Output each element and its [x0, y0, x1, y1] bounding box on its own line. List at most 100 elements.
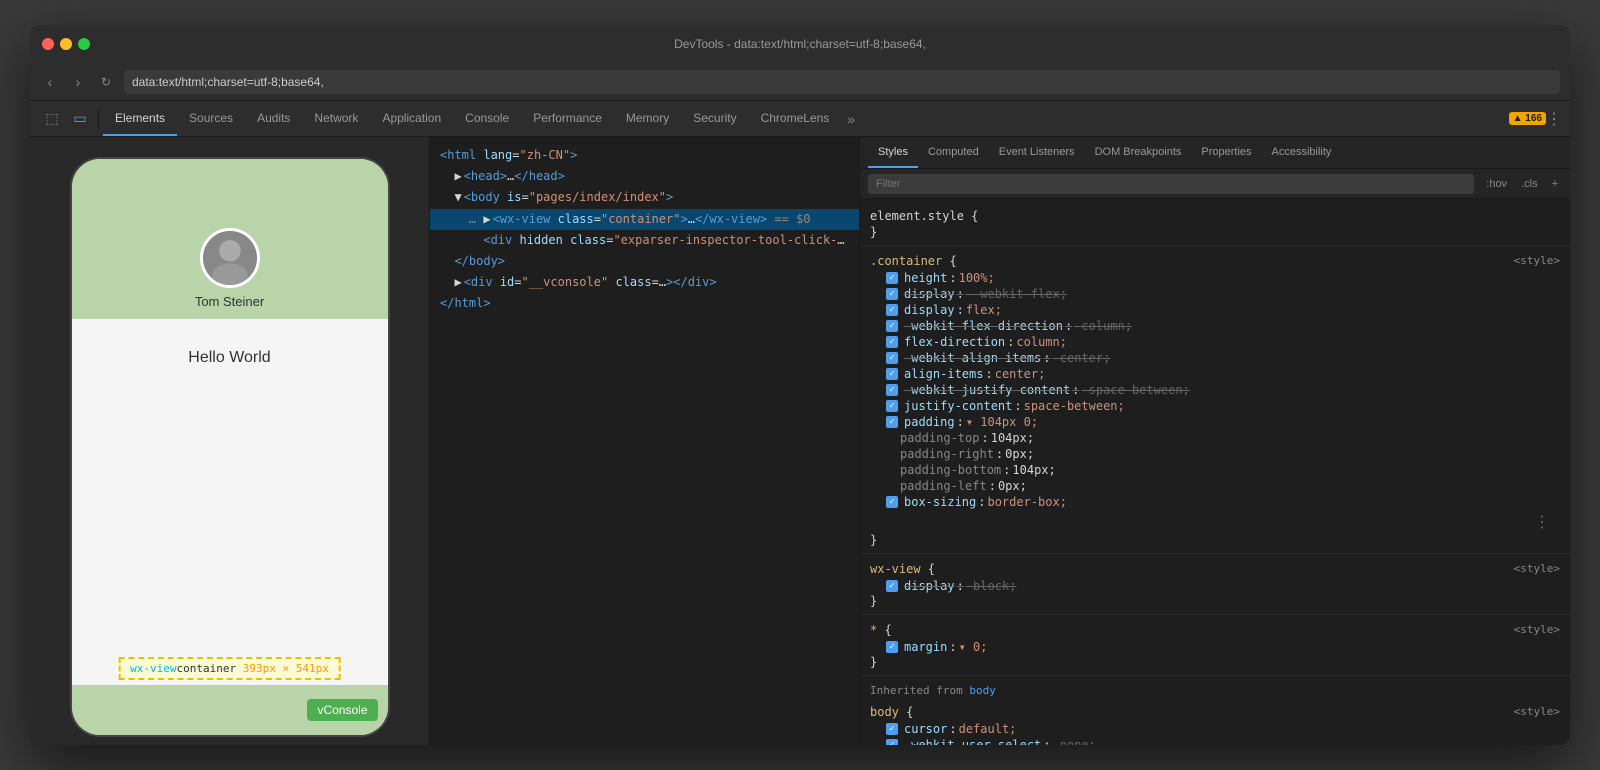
subtab-computed[interactable]: Computed — [918, 138, 989, 168]
filter-cls-button[interactable]: .cls — [1517, 176, 1542, 192]
css-checkbox-webkit-align[interactable] — [886, 352, 898, 364]
css-checkbox-display[interactable] — [886, 304, 898, 316]
css-prop-justify: justify-content: space-between; — [870, 398, 1560, 414]
css-rule-body-inherited: <style> body { cursor: default; -webkit-… — [860, 701, 1570, 745]
avatar — [200, 228, 260, 288]
css-checkbox-display-webkit[interactable] — [886, 288, 898, 300]
css-rule-wxview-close: } — [870, 594, 1560, 608]
css-selector-wxview: <style> wx-view { — [870, 562, 1560, 576]
tab-memory[interactable]: Memory — [614, 102, 681, 136]
tab-network[interactable]: Network — [302, 102, 370, 136]
css-prop-box-sizing: box-sizing: border-box; — [870, 494, 1560, 510]
css-selector-element-style: element.style { — [870, 209, 1560, 223]
html-line-div-hidden[interactable]: <div hidden class="exparser-inspector-to… — [430, 230, 859, 251]
tab-audits[interactable]: Audits — [245, 102, 302, 136]
css-checkbox-wxview-display[interactable] — [886, 580, 898, 592]
mobile-footer: vConsole — [72, 685, 388, 735]
html-line-close-body[interactable]: </body> — [430, 251, 859, 272]
subtab-properties[interactable]: Properties — [1191, 138, 1261, 168]
rule-options-icon[interactable]: ⋮ — [1534, 512, 1550, 531]
css-checkbox-height[interactable] — [886, 272, 898, 284]
styles-panel: Styles Computed Event Listeners DOM Brea… — [860, 137, 1570, 745]
devtools-top-bar: ⬚ ▭ Elements Sources Audits Network Appl… — [30, 101, 1570, 137]
highlight-class: container — [177, 662, 237, 675]
subtab-styles[interactable]: Styles — [868, 138, 918, 168]
back-button[interactable]: ‹ — [40, 72, 60, 92]
hello-world-text: Hello World — [188, 349, 270, 367]
user-name: Tom Steiner — [195, 294, 264, 309]
css-checkbox-align[interactable] — [886, 368, 898, 380]
css-checkbox-webkit-flex-dir[interactable] — [886, 320, 898, 332]
highlight-size: 393px × 541px — [243, 662, 329, 675]
cursor-icon[interactable]: ⬚ — [38, 105, 66, 133]
css-prop-padding-top: padding-top: 104px; — [870, 430, 1560, 446]
html-line-close-html[interactable]: </html> — [430, 293, 859, 314]
address-bar[interactable]: data:text/html;charset=utf-8;base64, — [124, 70, 1560, 94]
elements-panel: <html lang="zh-CN"> ▶<head>…</head> ▼<bo… — [430, 137, 860, 745]
css-checkbox-webkit-justify[interactable] — [886, 384, 898, 396]
refresh-button[interactable]: ↻ — [96, 72, 116, 92]
css-checkbox-justify[interactable] — [886, 400, 898, 412]
css-rule-close: } — [870, 225, 1560, 239]
inherited-from-tag: body — [969, 684, 996, 697]
filter-actions: :hov .cls + — [1482, 176, 1562, 192]
forward-button[interactable]: › — [68, 72, 88, 92]
html-line-head[interactable]: ▶<head>…</head> — [430, 166, 859, 187]
maximize-button[interactable] — [78, 38, 90, 50]
html-line-html[interactable]: <html lang="zh-CN"> — [430, 145, 859, 166]
devtools-window: DevTools - data:text/html;charset=utf-8;… — [30, 25, 1570, 745]
sub-tabs: Styles Computed Event Listeners DOM Brea… — [860, 137, 1570, 169]
tab-sources[interactable]: Sources — [177, 102, 245, 136]
mobile-device: Tom Steiner Hello World wx-viewcontainer… — [70, 157, 390, 737]
elements-content: <html lang="zh-CN"> ▶<head>…</head> ▼<bo… — [430, 137, 859, 745]
tab-elements[interactable]: Elements — [103, 102, 177, 136]
device-icon[interactable]: ▭ — [66, 105, 94, 133]
subtab-accessibility[interactable]: Accessibility — [1262, 138, 1342, 168]
css-rule-wxview: <style> wx-view { display: block; } — [860, 558, 1570, 615]
css-checkbox-padding[interactable] — [886, 416, 898, 428]
window-title: DevTools - data:text/html;charset=utf-8;… — [674, 37, 926, 51]
tab-performance[interactable]: Performance — [521, 102, 614, 136]
filter-hov-button[interactable]: :hov — [1482, 176, 1511, 192]
css-prop-height: height: 100%; — [870, 270, 1560, 286]
css-checkbox-box-sizing[interactable] — [886, 496, 898, 508]
css-checkbox-cursor[interactable] — [886, 723, 898, 735]
styles-filter-input[interactable] — [868, 174, 1474, 194]
css-prop-padding: padding: ▾ 104px 0; — [870, 414, 1560, 430]
close-button[interactable] — [42, 38, 54, 50]
css-prop-padding-left: padding-left: 0px; — [870, 478, 1560, 494]
html-line-body[interactable]: ▼<body is="pages/index/index"> — [430, 187, 859, 208]
css-prop-margin: margin: ▾ 0; — [870, 639, 1560, 655]
css-prop-webkit-align-items: -webkit-align-items: center; — [870, 350, 1560, 366]
css-prop-webkit-user-select: -webkit-user-select: none; — [870, 737, 1560, 745]
vconsole-button[interactable]: vConsole — [307, 699, 377, 721]
html-line-wxview[interactable]: … ▶<wx-view class="container">…</wx-view… — [430, 209, 859, 230]
minimize-button[interactable] — [60, 38, 72, 50]
tab-chromelens[interactable]: ChromeLens — [749, 102, 842, 136]
preview-panel: Tom Steiner Hello World wx-viewcontainer… — [30, 137, 430, 745]
css-rule-star-close: } — [870, 655, 1560, 669]
css-selector-container: <style> .container { — [870, 254, 1560, 268]
css-rule-element-style: element.style { } — [860, 205, 1570, 246]
css-prop-webkit-flex-direction: -webkit-flex-direction: column; — [870, 318, 1560, 334]
css-prop-cursor: cursor: default; — [870, 721, 1560, 737]
tab-application[interactable]: Application — [370, 102, 453, 136]
main-body: Tom Steiner Hello World wx-viewcontainer… — [30, 137, 1570, 745]
css-checkbox-margin[interactable] — [886, 641, 898, 653]
filter-plus-button[interactable]: + — [1548, 176, 1562, 192]
preview-content: Tom Steiner Hello World wx-viewcontainer… — [30, 137, 429, 745]
css-selector-body: <style> body { — [870, 705, 1560, 719]
more-tabs-button[interactable]: » — [841, 111, 861, 127]
css-rule-star: <style> * { margin: ▾ 0; } — [860, 619, 1570, 676]
css-prop-display: display: flex; — [870, 302, 1560, 318]
html-line-vconsole[interactable]: ▶<div id="__vconsole" class=…></div> — [430, 272, 859, 293]
subtab-event-listeners[interactable]: Event Listeners — [989, 138, 1085, 168]
subtab-dom-breakpoints[interactable]: DOM Breakpoints — [1085, 138, 1192, 168]
tab-security[interactable]: Security — [681, 102, 748, 136]
tab-console[interactable]: Console — [453, 102, 521, 136]
browser-bar: ‹ › ↻ data:text/html;charset=utf-8;base6… — [30, 63, 1570, 101]
css-checkbox-webkit-user-select[interactable] — [886, 739, 898, 745]
css-checkbox-flex-dir[interactable] — [886, 336, 898, 348]
css-prop-align-items: align-items: center; — [870, 366, 1560, 382]
menu-button[interactable]: ⋮ — [1546, 109, 1562, 129]
